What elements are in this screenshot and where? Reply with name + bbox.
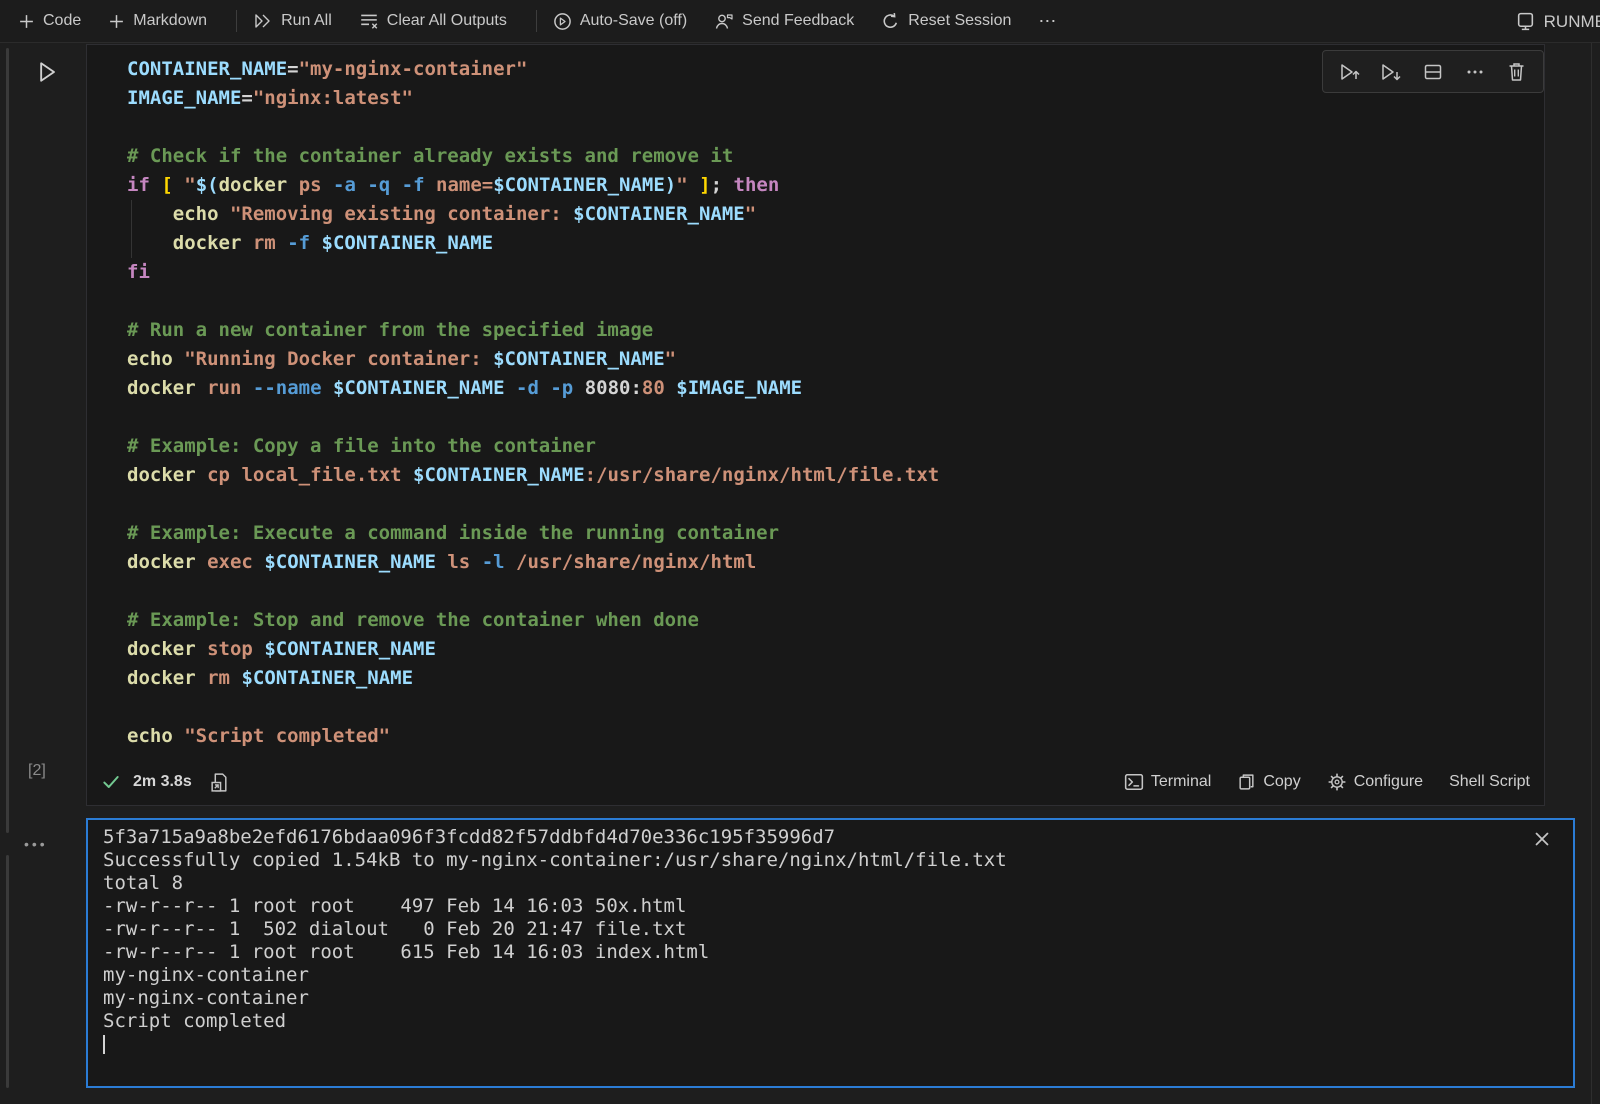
auto-save-label: Auto-Save (off) xyxy=(580,12,687,30)
runme-logo-icon xyxy=(1515,11,1536,32)
terminal-icon xyxy=(1124,772,1144,792)
notebook-toolbar: Code Markdown Run All Clear All Outputs … xyxy=(0,0,1600,43)
terminal-label: Terminal xyxy=(1151,773,1211,791)
code-line xyxy=(127,403,1544,432)
code-line: docker run --name $CONTAINER_NAME -d -p … xyxy=(127,374,1544,403)
send-feedback-button[interactable]: Send Feedback xyxy=(714,12,854,31)
code-editor[interactable]: CONTAINER_NAME="my-nginx-container"IMAGE… xyxy=(87,45,1544,759)
reset-icon xyxy=(881,12,900,31)
success-check-icon xyxy=(101,772,121,792)
code-line: docker stop $CONTAINER_NAME xyxy=(127,635,1544,664)
file-output-icon[interactable] xyxy=(210,772,229,793)
code-line: docker exec $CONTAINER_NAME ls -l /usr/s… xyxy=(127,548,1544,577)
run-all-label: Run All xyxy=(281,12,332,30)
clear-all-outputs-button[interactable]: Clear All Outputs xyxy=(359,12,507,30)
runme-brand[interactable]: RUNME xyxy=(1515,0,1600,43)
copy-icon xyxy=(1237,772,1256,792)
configure-label: Configure xyxy=(1354,773,1423,791)
execution-count: [2] xyxy=(28,762,46,780)
feedback-icon xyxy=(714,12,734,31)
terminal-line: -rw-r--r-- 1 root root 615 Feb 14 16:03 … xyxy=(103,941,1573,964)
copy-label: Copy xyxy=(1263,773,1300,791)
terminal-line: total 8 xyxy=(103,872,1573,895)
runme-brand-label: RUNME xyxy=(1544,12,1600,32)
reset-session-button[interactable]: Reset Session xyxy=(881,12,1011,31)
code-line: fi xyxy=(127,258,1544,287)
terminal-cursor-line xyxy=(103,1033,1573,1056)
terminal-button[interactable]: Terminal xyxy=(1124,772,1211,792)
language-label: Shell Script xyxy=(1449,773,1530,791)
terminal-line: my-nginx-container xyxy=(103,987,1573,1010)
terminal-line: Script completed xyxy=(103,1010,1573,1033)
toolbar-more-button[interactable]: ⋯ xyxy=(1038,11,1058,32)
cell-output-panel[interactable]: 5f3a715a9a8be2efd6176bdaa096f3fcdd82f57d… xyxy=(86,818,1575,1088)
terminal-line: -rw-r--r-- 1 502 dialout 0 Feb 20 21:47 … xyxy=(103,918,1573,941)
send-feedback-label: Send Feedback xyxy=(742,12,854,30)
delete-cell-button[interactable] xyxy=(1503,59,1529,85)
terminal-line: my-nginx-container xyxy=(103,964,1573,987)
cell-status-bar: 2m 3.8s Terminal Copy Configure Shell Sc… xyxy=(87,759,1544,805)
code-line: docker cp local_file.txt $CONTAINER_NAME… xyxy=(127,461,1544,490)
code-line xyxy=(127,577,1544,606)
cell-focus-bar xyxy=(6,48,9,833)
auto-save-icon xyxy=(553,12,572,31)
code-line xyxy=(127,693,1544,722)
add-code-label: Code xyxy=(43,12,81,30)
cell-toolbar xyxy=(1322,50,1544,93)
code-line xyxy=(127,113,1544,142)
split-cell-button[interactable] xyxy=(1420,59,1446,85)
code-line: # Run a new container from the specified… xyxy=(127,316,1544,345)
toolbar-separator xyxy=(236,10,237,32)
output-focus-bar xyxy=(6,855,9,1088)
code-line: # Example: Copy a file into the containe… xyxy=(127,432,1544,461)
code-line: echo "Script completed" xyxy=(127,722,1544,751)
output-more-button[interactable]: ••• xyxy=(24,836,48,852)
run-cell-button[interactable] xyxy=(33,58,61,86)
close-icon[interactable] xyxy=(1531,828,1553,850)
run-all-icon xyxy=(253,12,273,30)
add-code-button[interactable]: Code xyxy=(18,12,81,30)
add-markdown-label: Markdown xyxy=(133,12,207,30)
configure-button[interactable]: Configure xyxy=(1327,772,1423,792)
terminal-caret xyxy=(103,1035,105,1054)
clear-outputs-icon xyxy=(359,12,379,30)
copy-button[interactable]: Copy xyxy=(1237,772,1300,792)
code-line: # Example: Execute a command inside the … xyxy=(127,519,1544,548)
more-actions-button[interactable] xyxy=(1462,59,1488,85)
execute-below-button[interactable] xyxy=(1378,59,1404,85)
code-line: echo "Removing existing container: $CONT… xyxy=(127,200,1544,229)
terminal-line: Successfully copied 1.54kB to my-nginx-c… xyxy=(103,849,1573,872)
cell-language-picker[interactable]: Shell Script xyxy=(1449,773,1530,791)
add-markdown-button[interactable]: Markdown xyxy=(108,12,207,30)
clear-all-outputs-label: Clear All Outputs xyxy=(387,12,507,30)
terminal-line: 5f3a715a9a8be2efd6176bdaa096f3fcdd82f57d… xyxy=(103,826,1573,849)
code-line: docker rm $CONTAINER_NAME xyxy=(127,664,1544,693)
terminal-line: -rw-r--r-- 1 root root 497 Feb 14 16:03 … xyxy=(103,895,1573,918)
execute-above-button[interactable] xyxy=(1337,59,1363,85)
execution-duration: 2m 3.8s xyxy=(133,773,192,791)
code-line xyxy=(127,287,1544,316)
code-line: docker rm -f $CONTAINER_NAME xyxy=(127,229,1544,258)
terminal-output[interactable]: 5f3a715a9a8be2efd6176bdaa096f3fcdd82f57d… xyxy=(88,820,1573,1056)
code-line: # Check if the container already exists … xyxy=(127,142,1544,171)
reset-session-label: Reset Session xyxy=(908,12,1011,30)
scrollbar-track[interactable] xyxy=(1591,43,1592,1104)
plus-icon xyxy=(18,13,35,30)
code-line: echo "Running Docker container: $CONTAIN… xyxy=(127,345,1544,374)
gear-icon xyxy=(1327,772,1347,792)
run-all-button[interactable]: Run All xyxy=(253,12,332,30)
plus-icon xyxy=(108,13,125,30)
code-cell: CONTAINER_NAME="my-nginx-container"IMAGE… xyxy=(86,44,1545,806)
toolbar-separator xyxy=(536,10,537,32)
code-line: # Example: Stop and remove the container… xyxy=(127,606,1544,635)
indent-guide xyxy=(131,200,132,258)
code-line xyxy=(127,490,1544,519)
auto-save-toggle[interactable]: Auto-Save (off) xyxy=(553,12,687,31)
code-line: if [ "$(docker ps -a -q -f name=$CONTAIN… xyxy=(127,171,1544,200)
